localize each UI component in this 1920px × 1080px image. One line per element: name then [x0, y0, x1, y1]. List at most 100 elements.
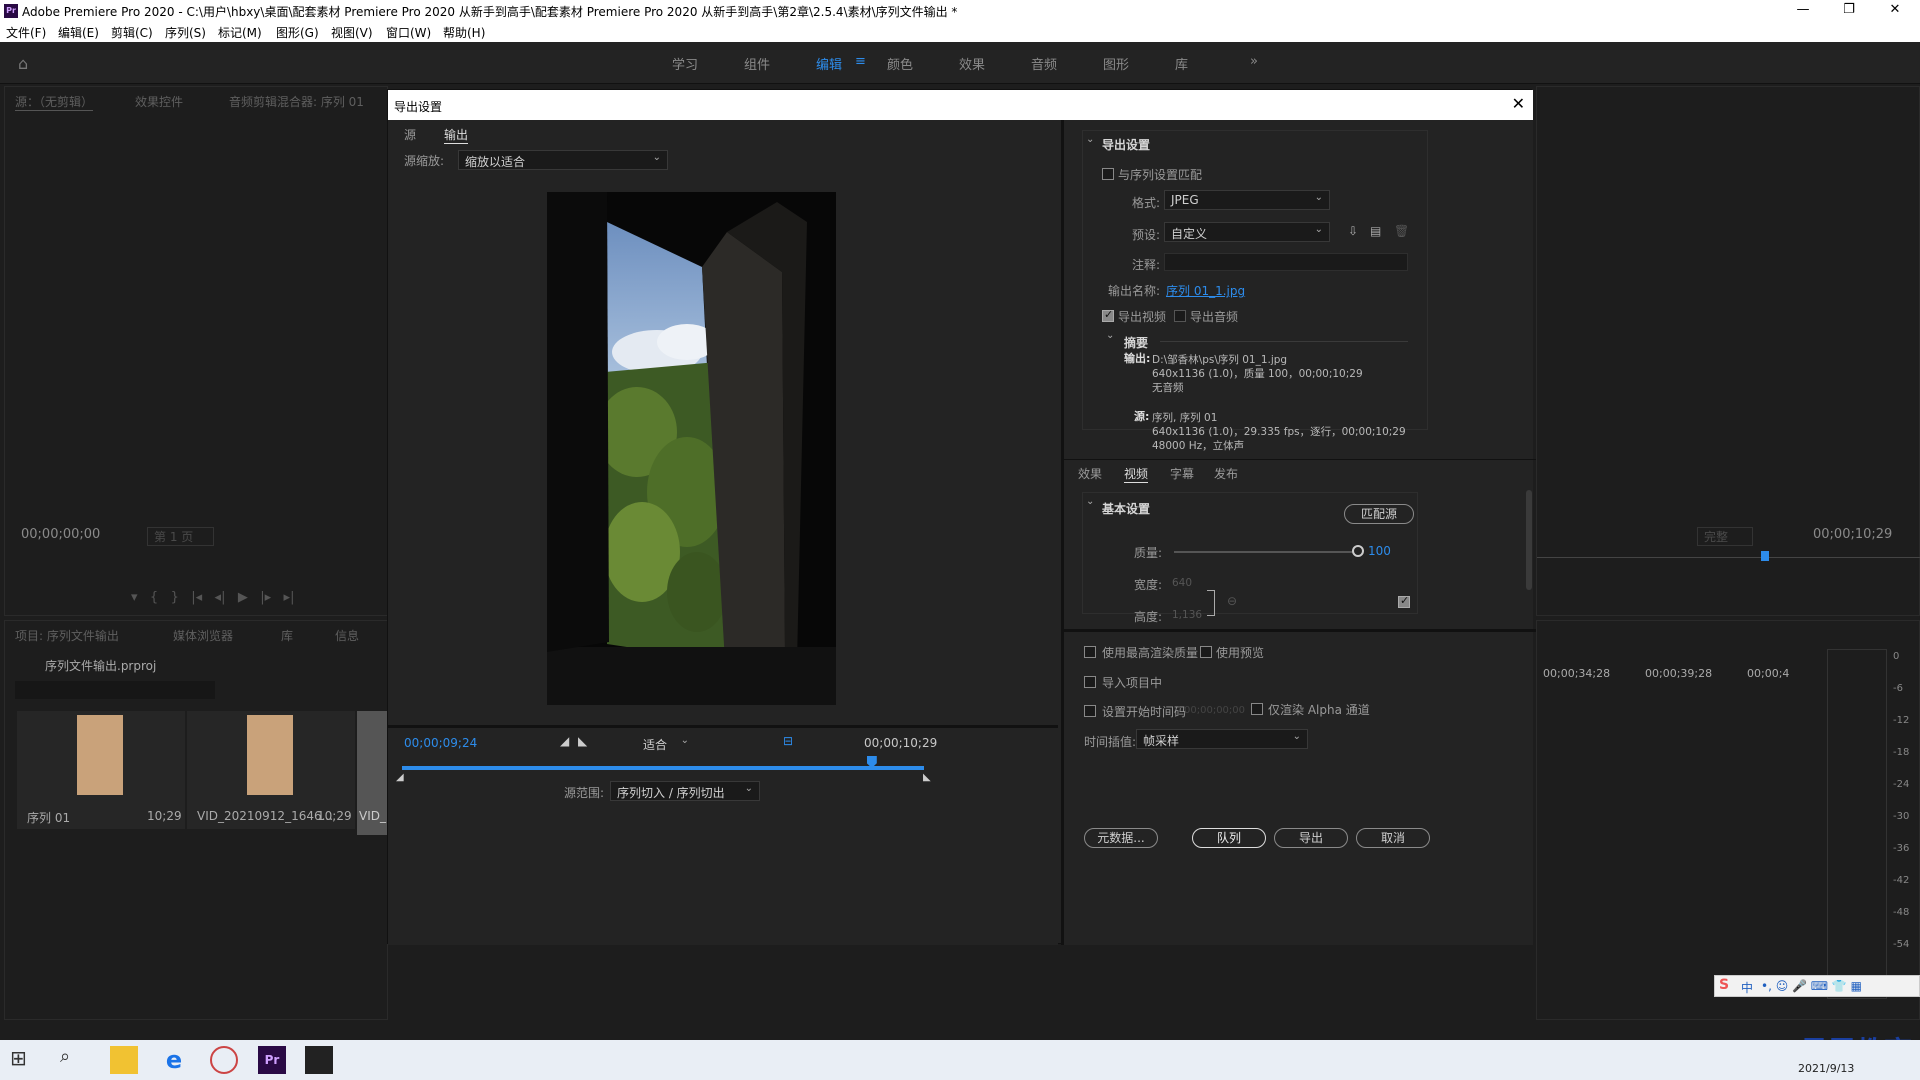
- fit-dropdown[interactable]: 适合 ⌄: [636, 733, 696, 753]
- tab-audio-mixer[interactable]: 音频剪辑混合器: 序列 01: [229, 93, 364, 110]
- tab-captions[interactable]: 字幕: [1170, 465, 1194, 482]
- source-range-dropdown[interactable]: 序列切入 / 序列切出 ⌄: [610, 781, 760, 801]
- project-item[interactable]: VID_: [357, 711, 387, 835]
- set-out-point-icon[interactable]: ◣: [578, 734, 587, 748]
- workspace-color[interactable]: 颜色: [887, 54, 913, 73]
- workspace-editing[interactable]: 编辑: [816, 54, 842, 73]
- menu-graphics[interactable]: 图形(G): [276, 24, 319, 41]
- in-point-marker[interactable]: ◢: [396, 772, 404, 783]
- format-dropdown[interactable]: JPEG ⌄: [1164, 190, 1330, 210]
- project-item[interactable]: 序列 01 10;29: [17, 711, 185, 829]
- tab-source[interactable]: 源: [404, 126, 416, 143]
- workspace-audio[interactable]: 音频: [1031, 54, 1057, 73]
- preset-dropdown[interactable]: 自定义 ⌄: [1164, 222, 1330, 242]
- page-select[interactable]: 第 1 页: [147, 527, 215, 546]
- chevron-down-icon[interactable]: ⌄: [1106, 330, 1114, 341]
- output-name-link[interactable]: 序列 01_1.jpg: [1166, 282, 1245, 299]
- photos-icon[interactable]: [305, 1046, 333, 1074]
- tab-effects[interactable]: 效果: [1078, 465, 1102, 482]
- workspace-libraries[interactable]: 库: [1175, 54, 1188, 73]
- edge-icon[interactable]: e: [160, 1046, 188, 1074]
- timeline-scrubber[interactable]: [402, 766, 924, 770]
- chevron-down-icon: ⌄: [680, 735, 689, 746]
- import-into-project-checkbox[interactable]: [1084, 676, 1096, 688]
- workspace-effects[interactable]: 效果: [959, 54, 985, 73]
- minimize-button[interactable]: —: [1780, 0, 1826, 22]
- snipping-tool-icon[interactable]: [210, 1046, 238, 1074]
- menu-file[interactable]: 文件(F): [6, 24, 46, 41]
- tab-media-browser[interactable]: 媒体浏览器: [173, 627, 233, 644]
- workspace-assembly[interactable]: 组件: [744, 54, 770, 73]
- quality-select[interactable]: 完整: [1697, 527, 1754, 546]
- import-into-project-label: 导入项目中: [1102, 676, 1163, 690]
- set-in-point-icon[interactable]: ◢: [560, 734, 569, 748]
- close-icon[interactable]: ✕: [1512, 94, 1525, 113]
- out-point-marker[interactable]: ◣: [923, 772, 931, 783]
- cancel-button[interactable]: 取消: [1356, 828, 1430, 848]
- export-video-checkbox[interactable]: [1102, 308, 1114, 322]
- menu-sequence[interactable]: 序列(S): [165, 24, 206, 41]
- menu-view[interactable]: 视图(V): [331, 24, 373, 41]
- export-audio-checkbox[interactable]: [1174, 310, 1186, 322]
- premiere-taskbar-icon[interactable]: Pr: [258, 1046, 286, 1074]
- home-icon[interactable]: ⌂: [18, 54, 28, 73]
- workspace-menu-icon[interactable]: ≡: [855, 54, 866, 69]
- tab-info[interactable]: 信息: [335, 627, 359, 644]
- project-search-input[interactable]: [15, 681, 215, 699]
- tab-video[interactable]: 视频: [1124, 465, 1149, 483]
- match-source-button[interactable]: 匹配源: [1344, 504, 1414, 524]
- menu-clip[interactable]: 剪辑(C): [111, 24, 153, 41]
- current-timecode[interactable]: 00;00;09;24: [404, 736, 477, 750]
- time-interpolation-dropdown[interactable]: 帧采样 ⌄: [1136, 729, 1308, 749]
- ime-language[interactable]: 中: [1741, 979, 1753, 996]
- set-start-timecode-checkbox[interactable]: [1084, 705, 1096, 717]
- ime-tools-icon[interactable]: •, ☺ 🎤 ⌨ 👕 ▦: [1761, 979, 1862, 993]
- max-render-quality-checkbox[interactable]: [1084, 646, 1096, 658]
- use-previews-checkbox[interactable]: [1200, 646, 1212, 658]
- maximize-button[interactable]: ❐: [1826, 0, 1872, 22]
- import-preset-icon[interactable]: ▤: [1370, 224, 1381, 238]
- save-preset-icon[interactable]: ⇩: [1348, 224, 1358, 238]
- quality-slider-handle[interactable]: [1352, 545, 1364, 557]
- menu-help[interactable]: 帮助(H): [443, 24, 485, 41]
- settings-scrollbar[interactable]: [1526, 490, 1532, 590]
- chevron-down-icon[interactable]: ⌄: [1086, 134, 1094, 145]
- tab-output[interactable]: 输出: [444, 126, 469, 144]
- tab-project[interactable]: 项目: 序列文件输出: [15, 627, 119, 644]
- chevron-down-icon[interactable]: ⌄: [1086, 496, 1094, 507]
- quality-value[interactable]: 100: [1368, 544, 1391, 558]
- height-value[interactable]: 1,136: [1172, 609, 1202, 621]
- match-sequence-checkbox[interactable]: [1102, 168, 1114, 180]
- quality-slider-track[interactable]: [1174, 551, 1358, 553]
- workspace-overflow-icon[interactable]: »: [1250, 54, 1258, 69]
- comment-input[interactable]: [1164, 253, 1408, 271]
- delete-preset-icon[interactable]: 🗑: [1394, 224, 1409, 238]
- file-explorer-icon[interactable]: [110, 1046, 138, 1074]
- workspace-learning[interactable]: 学习: [672, 54, 698, 73]
- width-value[interactable]: 640: [1172, 577, 1192, 589]
- render-alpha-only-checkbox[interactable]: [1251, 703, 1263, 715]
- aspect-correction-icon[interactable]: ⊟: [783, 734, 793, 748]
- match-source-dimension-checkbox[interactable]: [1398, 594, 1410, 608]
- tab-publish[interactable]: 发布: [1214, 465, 1238, 482]
- tab-source[interactable]: 源：（无剪辑）: [15, 93, 94, 111]
- menu-markers[interactable]: 标记(M): [218, 24, 262, 41]
- start-timecode-value[interactable]: 00;00;00;00: [1184, 705, 1245, 716]
- menu-edit[interactable]: 编辑(E): [58, 24, 99, 41]
- workspace-graphics[interactable]: 图形: [1103, 54, 1129, 73]
- menu-window[interactable]: 窗口(W): [386, 24, 431, 41]
- transport-controls-icon[interactable]: ▾ { } |◂ ◂| ▶ |▸ ▸|: [131, 590, 294, 605]
- chain-link-icon[interactable]: ⊖: [1227, 594, 1237, 608]
- program-playhead[interactable]: [1761, 551, 1769, 561]
- tab-effect-controls[interactable]: 效果控件: [135, 93, 183, 110]
- close-window-button[interactable]: ✕: [1872, 0, 1918, 22]
- search-icon[interactable]: ⌕: [60, 1046, 88, 1074]
- project-item[interactable]: VID_20210912_1646... 10;29: [187, 711, 355, 829]
- metadata-button[interactable]: 元数据...: [1084, 828, 1158, 848]
- export-button[interactable]: 导出: [1274, 828, 1348, 848]
- windows-start-icon[interactable]: ⊞: [10, 1046, 38, 1074]
- sogou-logo-icon[interactable]: S: [1719, 977, 1729, 993]
- source-scale-dropdown[interactable]: 缩放以适合 ⌄: [458, 150, 668, 170]
- queue-button[interactable]: 队列: [1192, 828, 1266, 848]
- tab-libraries[interactable]: 库: [281, 627, 293, 644]
